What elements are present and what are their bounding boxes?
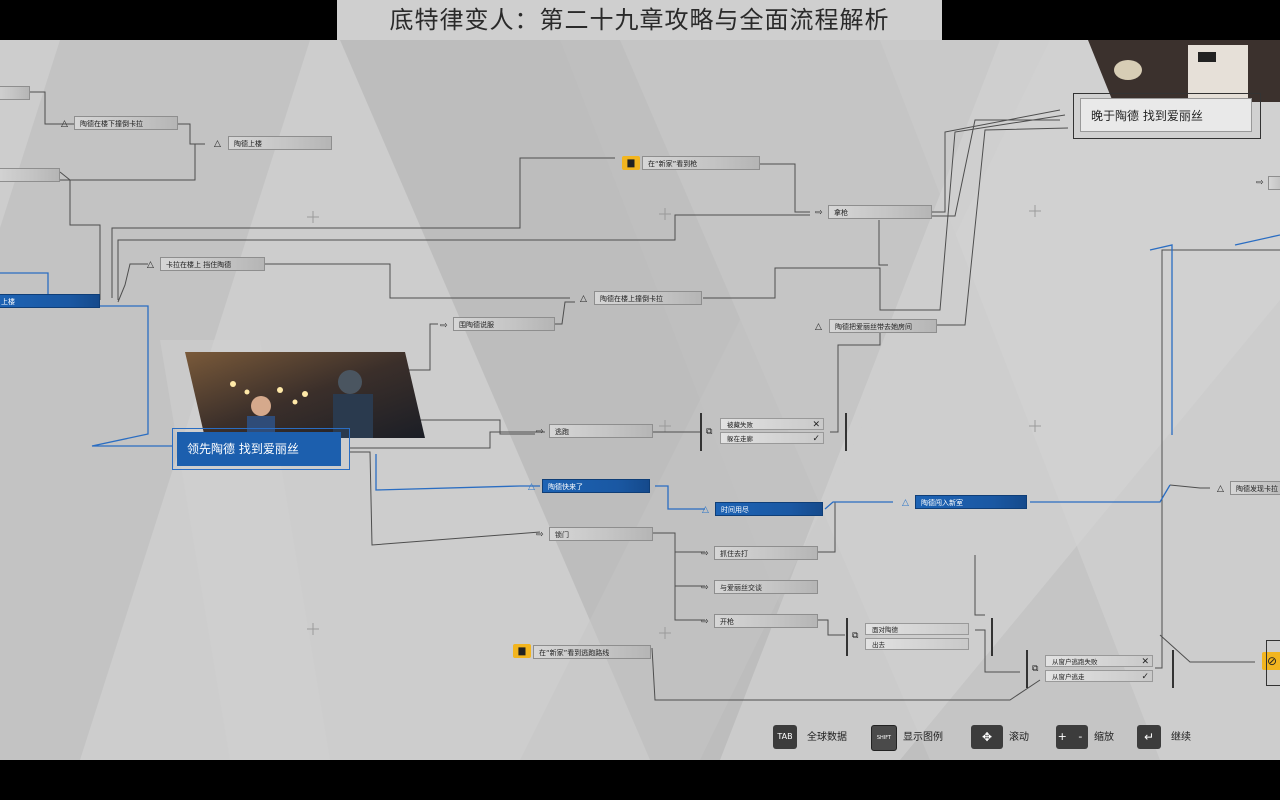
choice-icon: ⧉ xyxy=(706,427,713,437)
legend-zoom-label: 缩放 xyxy=(1094,732,1114,743)
legend-global-label: 全球数据 xyxy=(807,732,847,743)
warning-triangle-icon: △ xyxy=(528,482,535,492)
arrow-right-icon: ⇨ xyxy=(701,617,709,627)
arrow-right-icon: ⇨ xyxy=(815,208,823,218)
arrow-right-icon: ⇨ xyxy=(1256,178,1264,188)
lock-icon: ▆ xyxy=(513,644,531,658)
objective-frame xyxy=(1073,93,1261,139)
objective-frame xyxy=(172,428,350,470)
choice-option-5[interactable]: 从窗户逃跑失败 ✕ xyxy=(1045,655,1153,667)
choice-option-4[interactable]: 出去 xyxy=(865,638,969,650)
arrow-right-icon: ⇨ xyxy=(536,427,544,437)
choice-option-2[interactable]: 躲在走廊 ✓ xyxy=(720,432,824,444)
lock-icon: ▆ xyxy=(622,156,640,170)
zoom-keys-icon[interactable]: + - xyxy=(1056,725,1088,749)
warning-triangle-icon: △ xyxy=(214,139,221,149)
story-node-escape[interactable]: 逃跑 xyxy=(549,424,653,438)
arrow-right-icon: ⇨ xyxy=(701,583,709,593)
page-title: 底特律变人：第二十九章攻略与全面流程解析 xyxy=(337,0,942,40)
bracket-right xyxy=(1172,650,1174,688)
choice-icon: ⧉ xyxy=(1032,664,1039,674)
warning-triangle-icon: △ xyxy=(61,119,68,129)
story-node-talk-alice[interactable]: 与爱丽丝交谈 xyxy=(714,580,818,594)
warning-triangle-icon: △ xyxy=(902,498,909,508)
enter-key-icon[interactable]: ↵ xyxy=(1137,725,1161,749)
story-node[interactable] xyxy=(1268,176,1280,190)
story-node-todd-stairs-grab[interactable]: 陶德在楼下撞倒卡拉 xyxy=(74,116,178,130)
story-node-upstairs[interactable]: 上楼 xyxy=(0,294,100,308)
bracket-right xyxy=(1266,640,1280,686)
story-node-time-up[interactable]: 时间用尽 xyxy=(715,502,823,516)
shift-key-icon[interactable]: SHIFT xyxy=(871,725,897,751)
warning-triangle-icon: △ xyxy=(1217,484,1224,494)
warning-triangle-icon: △ xyxy=(815,322,822,332)
story-node-kara-stop-todd[interactable]: 卡拉在楼上 挡住陶德 xyxy=(160,257,265,271)
bracket-right xyxy=(991,618,993,656)
arrow-right-icon: ⇨ xyxy=(536,530,544,540)
flowchart-view[interactable]: △ 陶德在楼下撞倒卡拉 △ 陶德上楼 ▆ 在“新家”看到枪 ⇨ 拿枪 △ 卡拉在… xyxy=(0,40,1280,760)
story-node-newhome-escape-route[interactable]: 在“新家”看到逃跑路线 xyxy=(533,645,651,659)
story-node-surround-talk[interactable]: 围陶德说服 xyxy=(453,317,555,331)
warning-triangle-icon: △ xyxy=(702,505,709,515)
cross-icon: ✕ xyxy=(812,420,820,430)
story-node-todd-coming[interactable]: 陶德快来了 xyxy=(542,479,650,493)
story-node-fight-back[interactable]: 抓住去打 xyxy=(714,546,818,560)
arrow-right-icon: ⇨ xyxy=(440,321,448,331)
choice-option-3[interactable]: 面对陶德 xyxy=(865,623,969,635)
legend-scroll-label: 滚动 xyxy=(1009,732,1029,743)
dpad-icon[interactable]: ✥ xyxy=(971,725,1003,749)
story-node-todd-find-kara[interactable]: 陶德发现卡拉 xyxy=(1230,481,1280,495)
arrow-right-icon: ⇨ xyxy=(701,549,709,559)
story-node-todd-enter-room[interactable]: 陶德闯入新室 xyxy=(915,495,1027,509)
story-node-take-gun[interactable]: 拿枪 xyxy=(828,205,932,219)
story-node-open-fire[interactable]: 开枪 xyxy=(714,614,818,628)
story-node-todd-reach-room[interactable]: 陶德把爱丽丝带去她房间 xyxy=(829,319,937,333)
cross-icon: ✕ xyxy=(1141,657,1149,667)
warning-triangle-icon: △ xyxy=(580,294,587,304)
check-icon: ✓ xyxy=(812,434,820,444)
legend-show-label: 显示图例 xyxy=(903,732,943,743)
story-node[interactable] xyxy=(0,86,30,100)
legend-continue-label: 继续 xyxy=(1171,732,1191,743)
choice-option-6[interactable]: 从窗户逃走 ✓ xyxy=(1045,670,1153,682)
choice-icon: ⧉ xyxy=(852,631,859,641)
bracket-right xyxy=(845,413,847,451)
story-node-todd-throw-kara[interactable]: 陶德在楼上撞倒卡拉 xyxy=(594,291,702,305)
choice-option-1[interactable]: 被藏失败 ✕ xyxy=(720,418,824,430)
bracket-left xyxy=(846,618,848,656)
tab-key-icon[interactable]: TAB xyxy=(773,725,797,749)
bracket-left xyxy=(700,413,702,451)
check-icon: ✓ xyxy=(1141,672,1149,682)
story-node[interactable] xyxy=(0,168,60,182)
story-node-lock-door[interactable]: 锁门 xyxy=(549,527,653,541)
bracket-left xyxy=(1026,650,1028,688)
warning-triangle-icon: △ xyxy=(147,260,154,270)
story-node-newhome-gun[interactable]: 在“新家”看到枪 xyxy=(642,156,760,170)
scene-thumbnail xyxy=(185,352,425,438)
story-node-todd-upstairs[interactable]: 陶德上楼 xyxy=(228,136,332,150)
